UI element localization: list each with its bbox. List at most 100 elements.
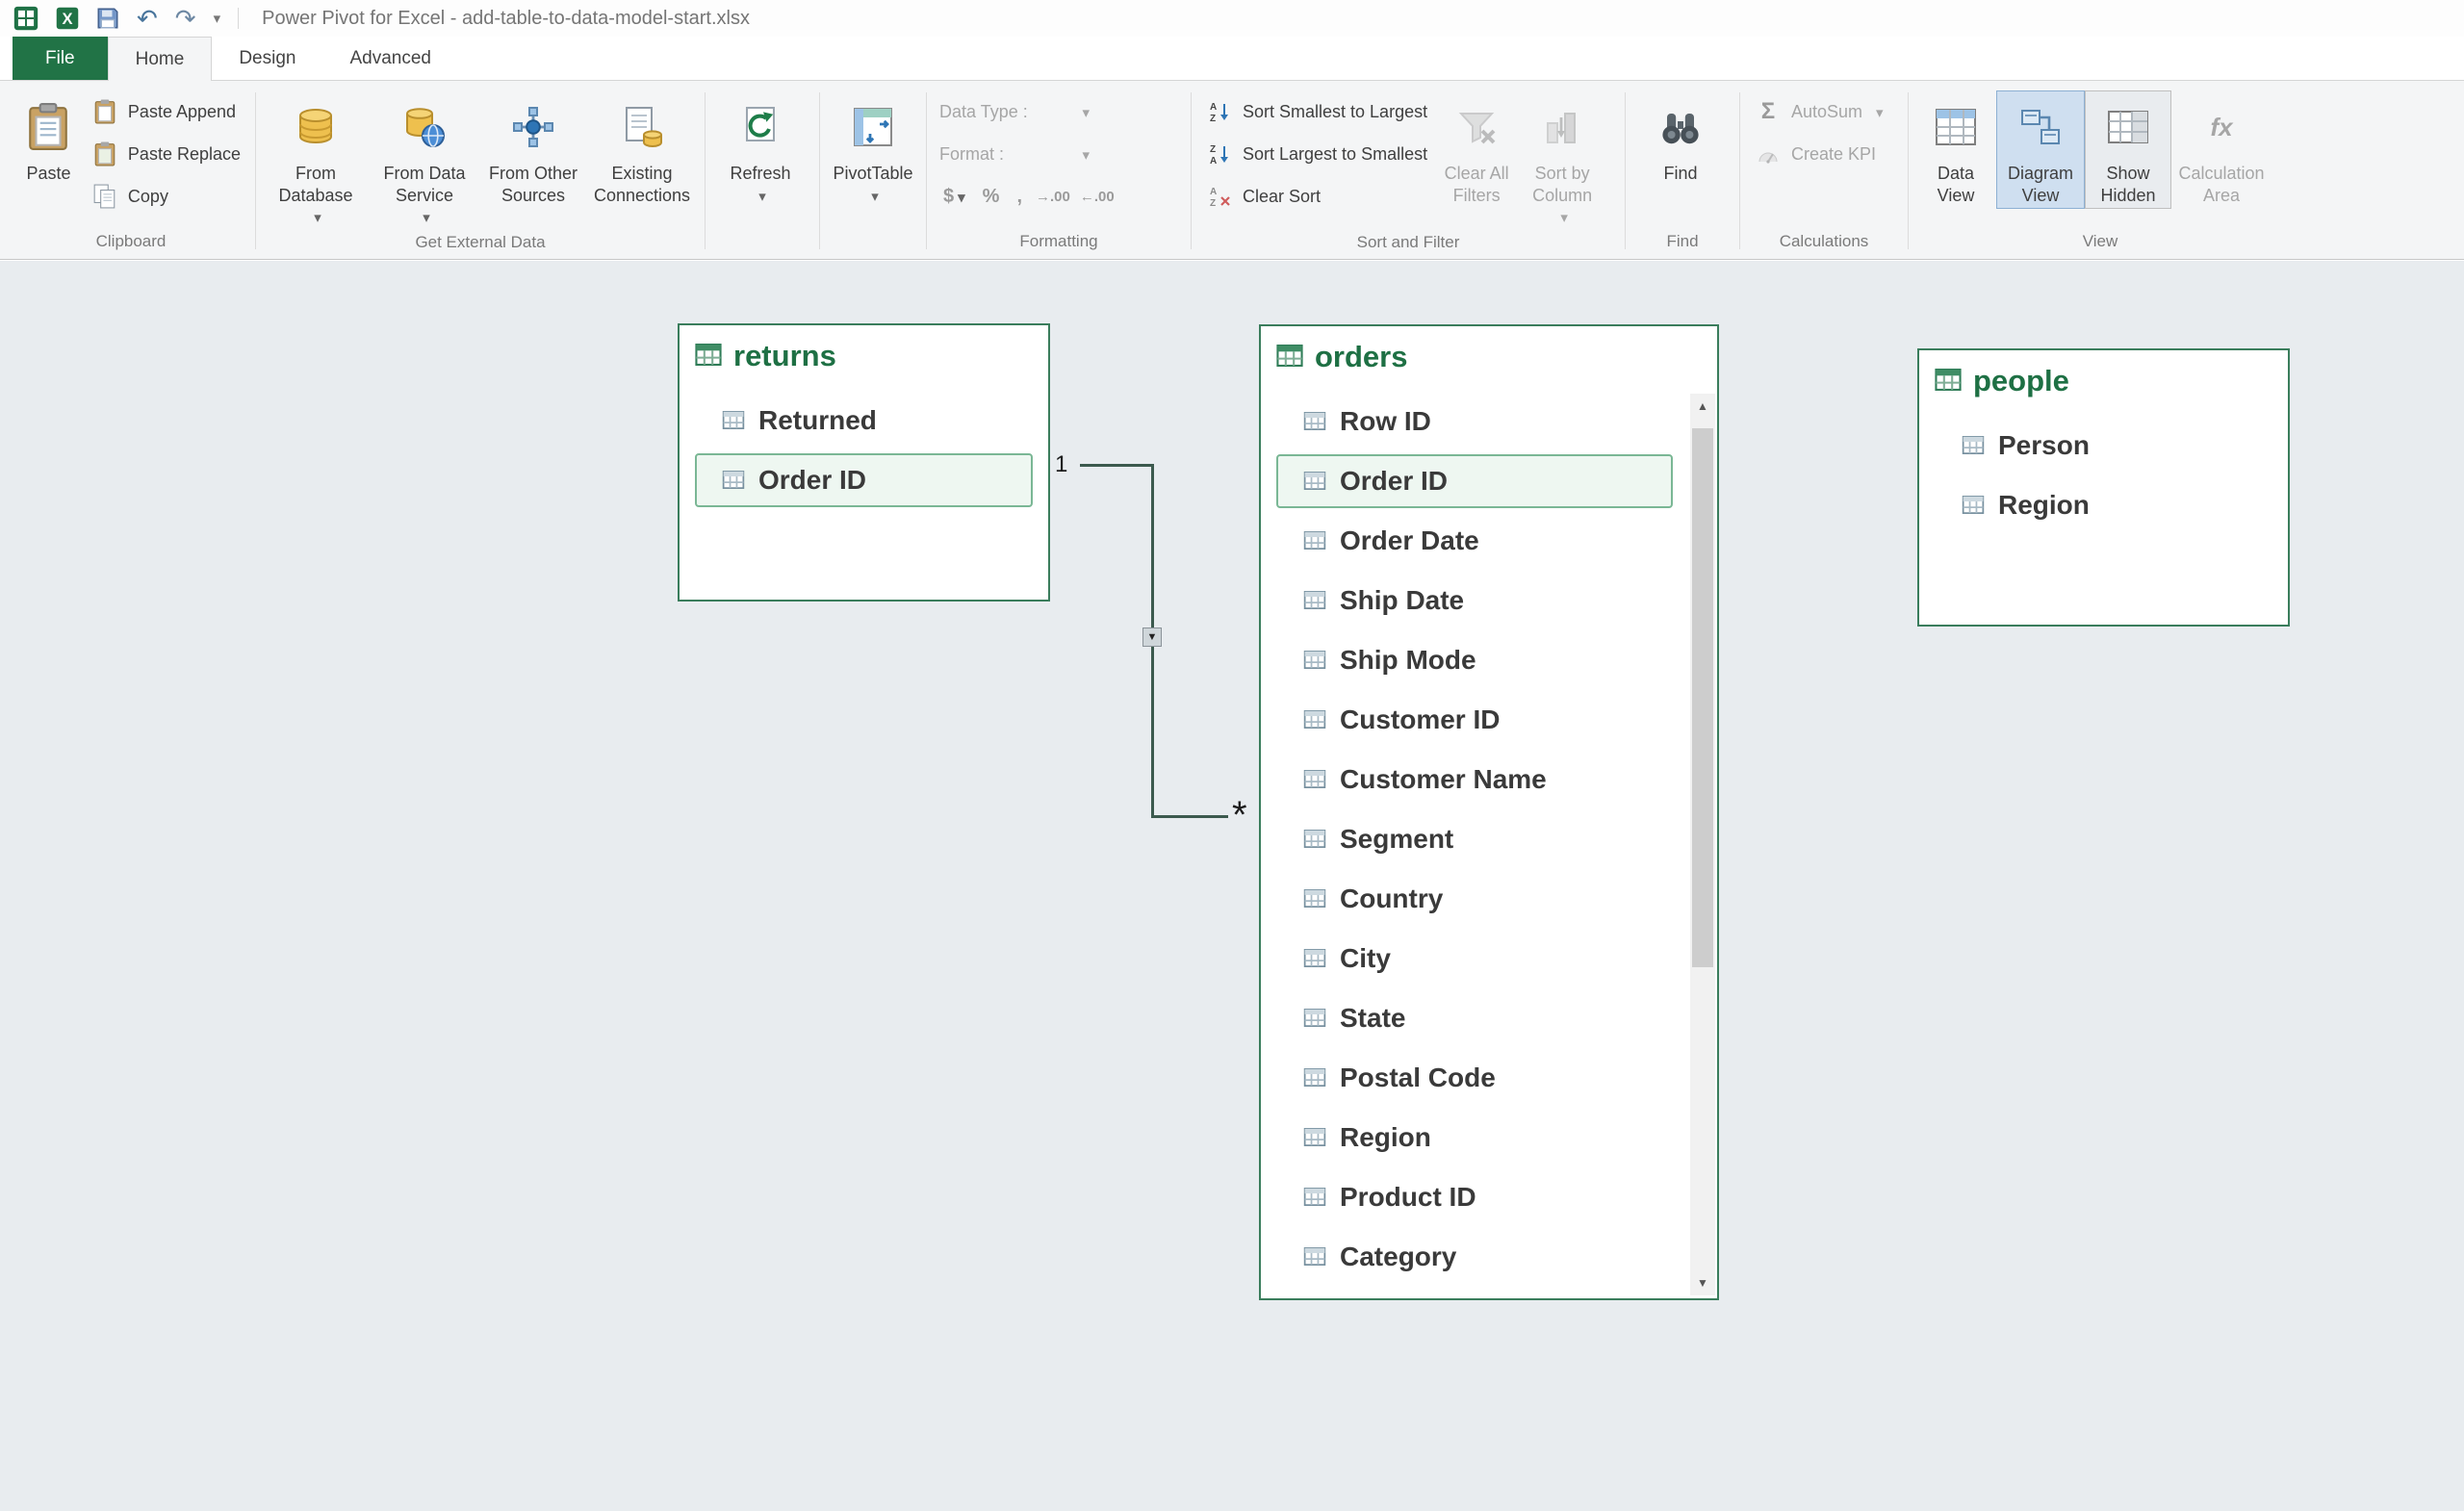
field-row[interactable]: Region (1935, 478, 2272, 532)
from-other-sources-button[interactable]: From Other Sources (480, 90, 586, 209)
tab-advanced[interactable]: Advanced (322, 37, 458, 80)
table-returns-title[interactable]: returns (680, 325, 1048, 373)
show-hidden-label: Show Hidden (2092, 163, 2165, 206)
other-sources-icon (512, 99, 554, 155)
relationship-line-segment[interactable] (1151, 815, 1228, 818)
relationship-line-segment[interactable] (1080, 464, 1153, 467)
qat-customize-icon[interactable] (214, 12, 221, 26)
group-separator (255, 92, 256, 249)
percent-format-button[interactable]: % (979, 186, 1004, 208)
field-icon (1303, 406, 1326, 437)
table-orders[interactable]: orders Row ID Order ID (1259, 324, 1719, 1300)
sort-largest-to-smallest-button[interactable]: ZA Sort Largest to Smallest (1198, 133, 1435, 175)
diagram-view-button[interactable]: Diagram View (1996, 90, 2085, 209)
field-row[interactable]: Country (1276, 872, 1673, 926)
comma-format-button[interactable]: , (1013, 186, 1026, 208)
field-icon (1303, 645, 1326, 676)
autosum-button[interactable]: AutoSum (1747, 90, 1891, 133)
decrease-decimal-icon[interactable] (1080, 189, 1115, 205)
field-row[interactable]: Region (1276, 1111, 1673, 1165)
tab-file[interactable]: File (13, 37, 108, 80)
find-button[interactable]: Find (1632, 90, 1729, 188)
field-label: Product ID (1340, 1182, 1476, 1213)
from-data-service-button[interactable]: From Data Service (369, 90, 480, 231)
refresh-button[interactable]: Refresh (712, 90, 808, 209)
clear-sort-label: Clear Sort (1243, 187, 1321, 207)
field-row[interactable]: Category (1276, 1230, 1673, 1284)
table-name: orders (1315, 340, 1407, 374)
table-people[interactable]: people Person Region (1917, 348, 2290, 627)
field-label: Order ID (758, 465, 866, 496)
field-row[interactable]: Segment (1276, 812, 1673, 866)
increase-decimal-icon[interactable] (1036, 189, 1070, 205)
data-view-icon (1935, 99, 1977, 155)
clear-filters-icon (1457, 99, 1496, 155)
scroll-up-icon[interactable] (1690, 394, 1715, 419)
undo-icon[interactable] (137, 6, 158, 31)
field-icon (722, 405, 745, 436)
sort-za-icon: ZA (1206, 142, 1233, 166)
field-icon (1303, 1182, 1326, 1213)
table-orders-title[interactable]: orders (1261, 326, 1717, 374)
scroll-down-icon[interactable] (1690, 1270, 1715, 1295)
autosum-label: AutoSum (1791, 102, 1862, 122)
currency-caret-icon (954, 186, 965, 208)
orders-scrollbar[interactable] (1690, 394, 1715, 1295)
create-kpi-button[interactable]: Create KPI (1747, 133, 1884, 175)
clear-sort-button[interactable]: AZ Clear Sort (1198, 175, 1435, 218)
field-row[interactable]: Product ID (1276, 1170, 1673, 1224)
percent-label: % (983, 186, 1000, 208)
diagram-canvas[interactable]: 1 * returns Returned (0, 261, 2464, 1511)
table-returns[interactable]: returns Returned Order ID (678, 323, 1050, 602)
data-type-dropdown[interactable]: Data Type : (934, 90, 1095, 133)
currency-format-button[interactable]: $ (939, 186, 969, 208)
table-icon (695, 339, 722, 373)
clear-all-filters-button[interactable]: Clear All Filters (1435, 90, 1518, 209)
window-title: Power Pivot for Excel - add-table-to-dat… (262, 8, 750, 30)
sort-smallest-to-largest-button[interactable]: AZ Sort Smallest to Largest (1198, 90, 1435, 133)
relationship-many-label: * (1232, 794, 1247, 837)
relationship-arrow-marker[interactable] (1142, 627, 1162, 647)
field-row[interactable]: City (1276, 932, 1673, 986)
autosum-caret-icon (1872, 102, 1884, 122)
field-row[interactable]: Person (1935, 419, 2272, 473)
field-row[interactable]: Returned (695, 394, 1033, 448)
table-people-title[interactable]: people (1919, 350, 2288, 398)
group-sort-filter: AZ Sort Smallest to Largest ZA Sort Larg… (1194, 85, 1622, 259)
field-label: Region (1998, 490, 2090, 521)
paste-append-button[interactable]: Paste Append (84, 90, 248, 133)
tab-home[interactable]: Home (108, 37, 213, 81)
paste-replace-button[interactable]: Paste Replace (84, 133, 248, 175)
field-row[interactable]: Row ID (1276, 395, 1673, 448)
group-pivottable-content: PivotTable (823, 85, 923, 230)
field-row[interactable]: Customer ID (1276, 693, 1673, 747)
group-formatting-content: Data Type : Format : $ % , (930, 85, 1188, 230)
data-view-button[interactable]: Data View (1915, 90, 1996, 209)
field-row[interactable]: Postal Code (1276, 1051, 1673, 1105)
excel-icon[interactable]: X (56, 7, 79, 30)
copy-button[interactable]: Copy (84, 175, 248, 218)
group-ged-content: From Database From Data Service From Oth… (259, 85, 702, 231)
field-row[interactable]: Order Date (1276, 514, 1673, 568)
field-row[interactable]: State (1276, 991, 1673, 1045)
format-dropdown[interactable]: Format : (934, 133, 1095, 175)
table-icon (1935, 364, 1962, 398)
show-hidden-button[interactable]: Show Hidden (2085, 90, 2171, 209)
from-database-button[interactable]: From Database (263, 90, 369, 231)
save-icon[interactable] (96, 7, 119, 30)
tab-design[interactable]: Design (212, 37, 322, 80)
field-row[interactable]: Ship Date (1276, 574, 1673, 627)
field-row[interactable]: Ship Mode (1276, 633, 1673, 687)
calculation-area-button[interactable]: Calculation Area (2171, 90, 2272, 209)
sort-by-column-button[interactable]: Sort by Column (1518, 90, 1606, 231)
field-row[interactable]: Customer Name (1276, 753, 1673, 807)
pivottable-label: PivotTable (833, 163, 912, 185)
scrollbar-thumb[interactable] (1692, 428, 1713, 967)
qat-separator (238, 8, 239, 29)
paste-button[interactable]: Paste (13, 90, 84, 188)
field-row[interactable]: Order ID (695, 453, 1033, 507)
field-row[interactable]: Order ID (1276, 454, 1673, 508)
pivottable-button[interactable]: PivotTable (827, 90, 919, 209)
redo-icon[interactable] (175, 6, 196, 31)
existing-connections-button[interactable]: Existing Connections (586, 90, 698, 209)
